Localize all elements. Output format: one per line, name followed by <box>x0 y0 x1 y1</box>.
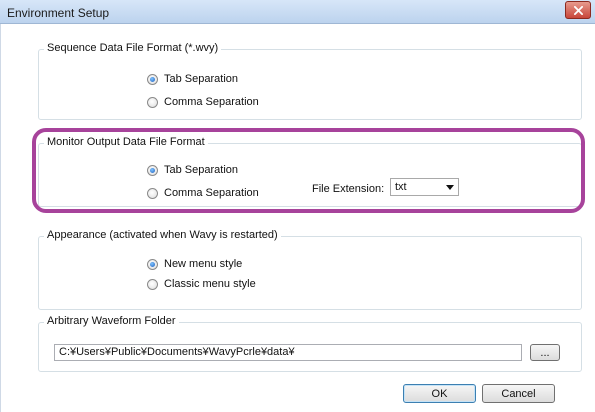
chevron-down-icon <box>446 184 454 190</box>
monitor-format-group: Monitor Output Data File Format <box>38 136 582 207</box>
title-bar[interactable]: Environment Setup <box>0 0 595 24</box>
waveform-folder-path-input[interactable]: C:¥Users¥Public¥Documents¥WavyPcrle¥data… <box>54 344 522 361</box>
sequence-tab-radio[interactable]: Tab Separation <box>147 73 238 85</box>
radio-button-checked[interactable] <box>147 258 158 270</box>
ok-button[interactable]: OK <box>403 384 476 403</box>
file-extension-select[interactable]: txt <box>390 178 459 196</box>
monitor-format-legend: Monitor Output Data File Format <box>44 136 208 148</box>
radio-button[interactable] <box>147 278 158 290</box>
appearance-group: Appearance (activated when Wavy is resta… <box>38 229 582 310</box>
radio-label: Tab Separation <box>164 164 238 176</box>
cancel-button[interactable]: Cancel <box>482 384 555 403</box>
radio-label: New menu style <box>164 258 243 270</box>
sequence-format-legend: Sequence Data File Format (*.wvy) <box>44 42 222 54</box>
radio-label: Comma Separation <box>164 96 259 108</box>
radio-label: Classic menu style <box>164 278 256 290</box>
file-extension-value: txt <box>395 181 407 193</box>
environment-setup-dialog: Environment Setup Sequence Data File For… <box>0 0 595 412</box>
radio-button-checked[interactable] <box>147 164 158 176</box>
new-menu-style-radio[interactable]: New menu style <box>147 258 242 270</box>
radio-button[interactable] <box>147 96 158 108</box>
waveform-folder-legend: Arbitrary Waveform Folder <box>44 315 179 327</box>
appearance-legend: Appearance (activated when Wavy is resta… <box>44 229 281 241</box>
monitor-comma-radio[interactable]: Comma Separation <box>147 187 259 199</box>
radio-label: Comma Separation <box>164 187 259 199</box>
monitor-tab-radio[interactable]: Tab Separation <box>147 164 238 176</box>
sequence-format-group: Sequence Data File Format (*.wvy) <box>38 42 582 120</box>
window-title: Environment Setup <box>7 6 110 20</box>
classic-menu-style-radio[interactable]: Classic menu style <box>147 278 256 290</box>
radio-label: Tab Separation <box>164 73 238 85</box>
radio-button[interactable] <box>147 187 158 199</box>
browse-button[interactable]: ... <box>530 344 560 361</box>
close-button[interactable] <box>565 1 591 19</box>
dialog-content: Sequence Data File Format (*.wvy) Tab Se… <box>0 24 595 412</box>
radio-button-checked[interactable] <box>147 73 158 85</box>
sequence-comma-radio[interactable]: Comma Separation <box>147 96 259 108</box>
file-extension-label: File Extension: <box>312 183 385 195</box>
close-icon <box>573 5 583 15</box>
